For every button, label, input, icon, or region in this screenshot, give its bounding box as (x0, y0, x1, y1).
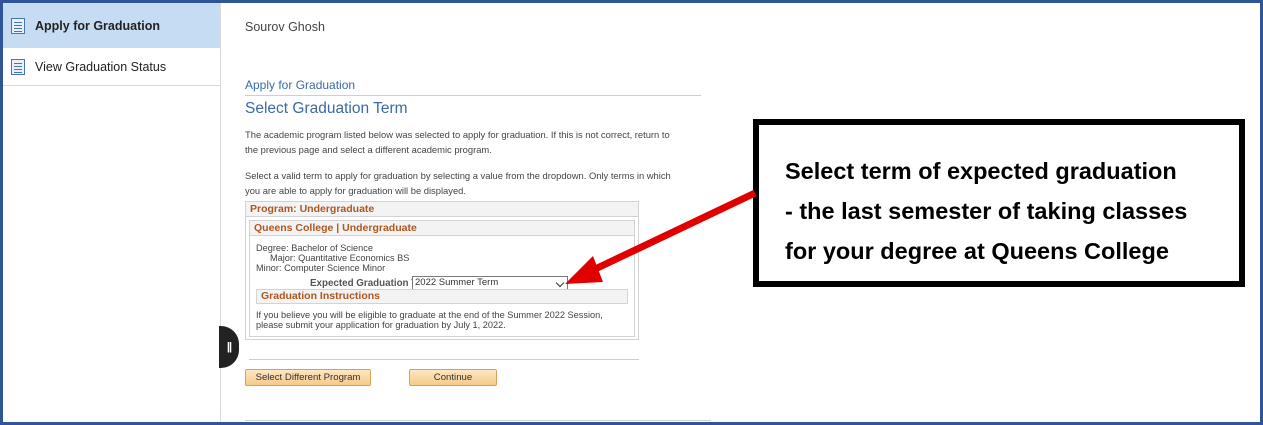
annotation-arrow (565, 189, 757, 284)
screenshot-frame: Apply for Graduation View Graduation Sta… (3, 3, 1260, 422)
arrow-head (565, 256, 603, 284)
arrow-shaft (589, 189, 757, 275)
